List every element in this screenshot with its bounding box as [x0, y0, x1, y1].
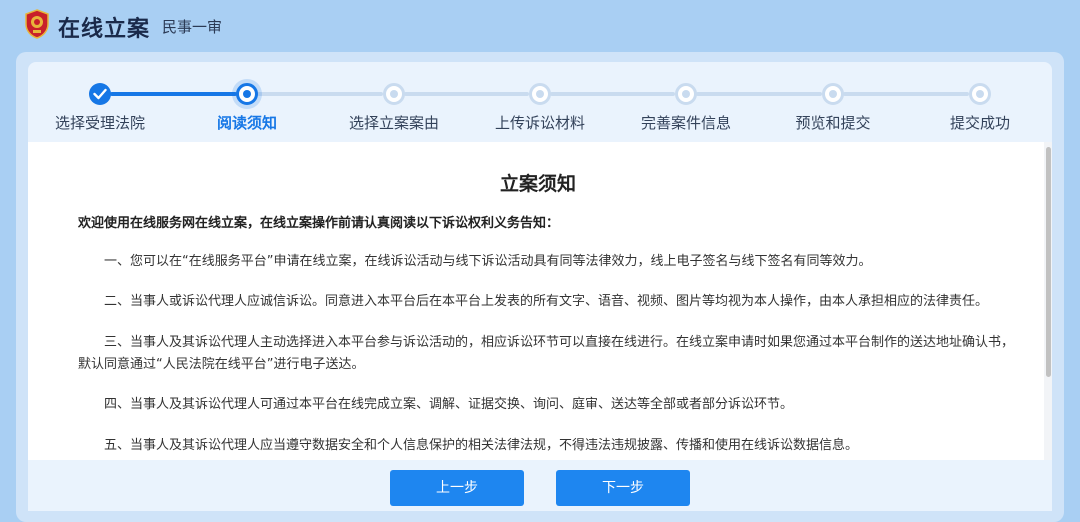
notice-intro: 欢迎使用在线服务网在线立案，在线立案操作前请认真阅读以下诉讼权利义务告知：: [78, 216, 560, 231]
step-label: 选择受理法院: [54, 114, 146, 132]
scrollbar-thumb[interactable]: [1046, 147, 1051, 377]
step-dot-complete-info: [675, 83, 697, 105]
step-connector: [843, 92, 969, 96]
step-connector: [404, 92, 529, 96]
notice-item: 二、当事人或诉讼代理人应诚信诉讼。同意进入本平台后在本平台上发表的所有文字、语音…: [104, 294, 989, 309]
step-connector: [696, 92, 822, 96]
top-header: 在线立案 民事一审: [0, 0, 1080, 50]
notice-item: 一、您可以在“在线服务平台”申请在线立案，在线诉讼活动与线下诉讼活动具有同等法律…: [104, 254, 872, 269]
next-step-button[interactable]: 下一步: [556, 470, 690, 506]
notice-item: 四、当事人及其诉讼代理人可通过本平台在线完成立案、调解、证据交换、询问、庭审、送…: [104, 397, 794, 412]
step-connector: [110, 92, 237, 96]
app-subtitle: 民事一审: [162, 18, 223, 36]
checkmark-icon: [93, 88, 107, 100]
footer-bar: [28, 460, 1052, 511]
step-label-current: 阅读须知: [216, 114, 278, 132]
step-label: 提交成功: [949, 114, 1011, 132]
step-label: 选择立案案由: [348, 114, 440, 132]
notice-title: 立案须知: [499, 173, 576, 195]
court-emblem-icon: [25, 9, 49, 39]
step-dot-preview-submit: [822, 83, 844, 105]
step-dot-select-cause: [383, 83, 405, 105]
step-dot-read-notice: [236, 83, 258, 105]
step-dot-upload-materials: [529, 83, 551, 105]
step-dot-submit-success: [969, 83, 991, 105]
notice-content[interactable]: 立案须知 欢迎使用在线服务网在线立案，在线立案操作前请认真阅读以下诉讼权利义务告…: [28, 142, 1052, 460]
step-label: 完善案件信息: [640, 114, 732, 132]
notice-item: 三、当事人及其诉讼代理人主动选择进入本平台参与诉讼活动的，相应诉讼环节可以直接在…: [78, 335, 1015, 372]
notice-item: 五、当事人及其诉讼代理人应当遵守数据安全和个人信息保护的相关法律法规，不得违法违…: [104, 438, 859, 453]
step-connector: [257, 92, 383, 96]
step-connector: [550, 92, 675, 96]
step-label: 预览和提交: [795, 114, 871, 132]
app-title: 在线立案: [58, 17, 151, 42]
step-dot-select-court: [89, 83, 111, 105]
step-label: 上传诉讼材料: [494, 114, 586, 132]
prev-step-button[interactable]: 上一步: [390, 470, 524, 506]
